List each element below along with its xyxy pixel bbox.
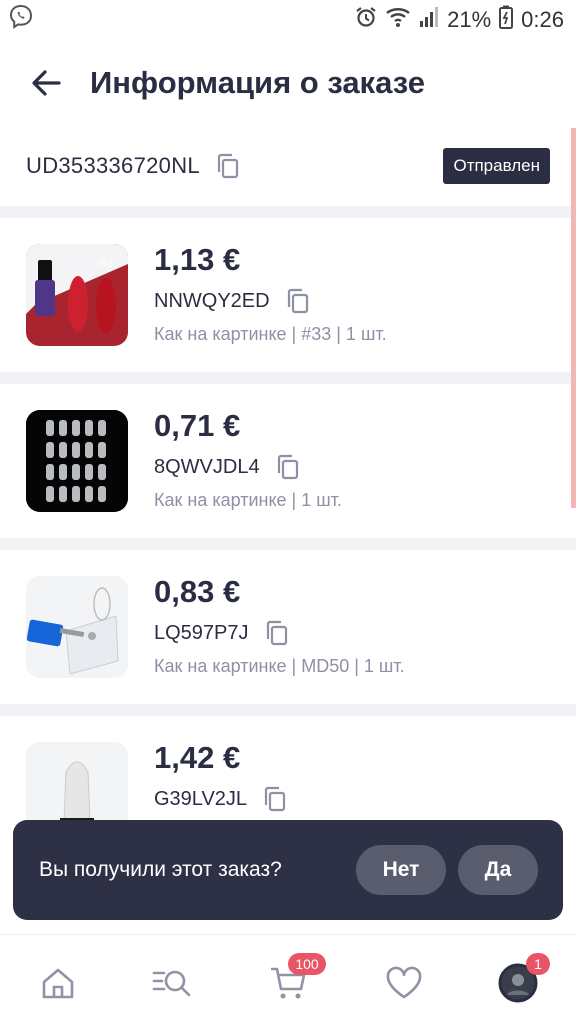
copy-icon xyxy=(287,288,308,314)
battery-percent: 21% xyxy=(447,7,492,32)
item-sku-text: NNWQY2ED xyxy=(154,289,270,312)
arrow-left-icon xyxy=(32,70,61,96)
signal-icon xyxy=(419,6,439,34)
copy-icon xyxy=(264,786,286,812)
copy-sku-button[interactable] xyxy=(284,286,312,316)
search-icon xyxy=(152,970,191,997)
item-price: 0,71 € xyxy=(154,408,241,443)
product-image xyxy=(26,576,128,678)
item-sku-text: 8QWVJDL4 xyxy=(154,455,260,478)
item-sku: NNWQY2ED xyxy=(154,286,312,316)
item-price: 1,42 € xyxy=(154,740,241,775)
product-image xyxy=(26,410,128,512)
item-sku: LQ597P7J xyxy=(154,618,291,648)
back-button[interactable] xyxy=(26,63,66,103)
product-image: 083 xyxy=(26,244,128,346)
copy-sku-button[interactable] xyxy=(261,784,289,814)
no-button[interactable]: Нет xyxy=(356,845,446,895)
divider xyxy=(0,206,576,218)
product-image-label: 083 xyxy=(98,258,113,268)
item-sku-text: LQ597P7J xyxy=(154,621,249,644)
copy-icon xyxy=(277,454,298,480)
page-title: Информация о заказе xyxy=(90,65,425,100)
app-bar: Информация о заказе xyxy=(0,40,576,126)
copy-tracking-button[interactable] xyxy=(214,151,242,181)
divider xyxy=(0,538,576,550)
home-icon xyxy=(42,968,74,999)
tracking-number: UD353336720NL xyxy=(26,153,200,178)
bottom-navigation: 100 1 xyxy=(0,934,576,1025)
item-sku: 8QWVJDL4 xyxy=(154,452,302,482)
item-description: Как на картинке | #33 | 1 шт. xyxy=(154,324,387,344)
nav-favorites[interactable] xyxy=(384,963,424,1003)
item-price: 0,83 € xyxy=(154,574,241,609)
copy-sku-button[interactable] xyxy=(274,452,302,482)
item-price: 1,13 € xyxy=(154,242,241,277)
profile-badge: 1 xyxy=(526,953,550,975)
heart-icon xyxy=(386,966,422,999)
battery-icon xyxy=(499,5,514,35)
order-status-badge: Отправлен xyxy=(443,148,550,184)
wifi-icon xyxy=(385,6,411,34)
nav-search[interactable] xyxy=(152,963,192,1003)
order-item[interactable]: 083 1,13 € NNWQY2ED Как на картинке | #3… xyxy=(0,218,570,372)
order-received-prompt: Вы получили этот заказ? Нет Да xyxy=(13,820,563,920)
order-item[interactable]: 0,71 € 8QWVJDL4 Как на картинке | 1 шт. xyxy=(0,384,570,538)
copy-sku-button[interactable] xyxy=(263,618,291,648)
divider xyxy=(0,372,576,384)
item-sku-text: G39LV2JL xyxy=(154,787,248,810)
yes-button[interactable]: Да xyxy=(458,845,538,895)
status-bar: 21% 0:26 xyxy=(0,0,576,40)
nav-home[interactable] xyxy=(38,963,78,1003)
order-info-row: UD353336720NL Отправлен xyxy=(0,126,570,206)
item-sku: G39LV2JL xyxy=(154,784,289,814)
copy-icon xyxy=(266,620,287,646)
alarm-icon xyxy=(355,6,377,34)
copy-icon xyxy=(217,153,239,179)
clock: 0:26 xyxy=(521,7,564,32)
status-indicators: 21% 0:26 xyxy=(355,5,564,35)
scroll-indicator[interactable] xyxy=(571,128,576,508)
item-description: Как на картинке | MD50 | 1 шт. xyxy=(154,656,405,676)
prompt-question: Вы получили этот заказ? xyxy=(39,858,282,881)
viber-icon xyxy=(8,4,34,36)
cart-badge: 100 xyxy=(288,953,326,975)
order-item[interactable]: 0,83 € LQ597P7J Как на картинке | MD50 |… xyxy=(0,550,570,704)
item-description: Как на картинке | 1 шт. xyxy=(154,490,342,510)
divider xyxy=(0,704,576,716)
